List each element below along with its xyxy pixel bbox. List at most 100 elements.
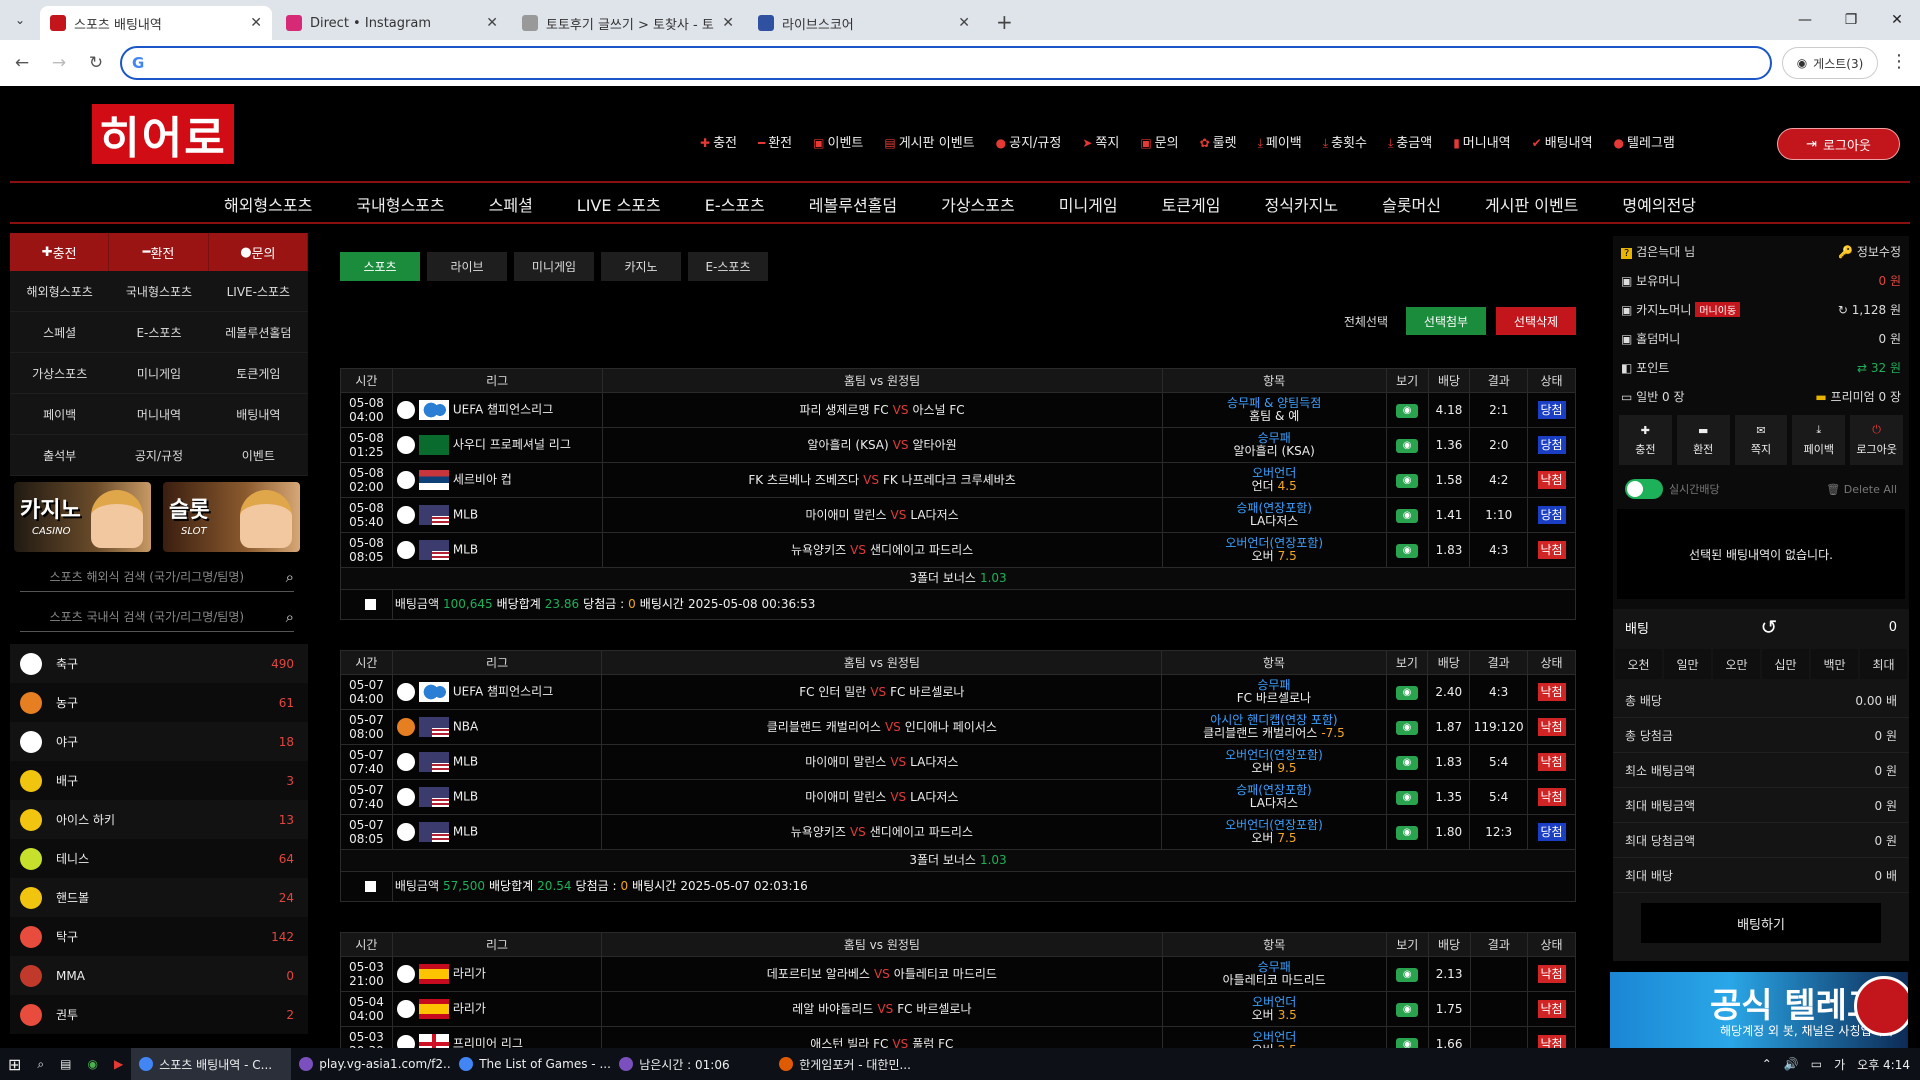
ime-indicator[interactable]: 가 [1834, 1056, 1845, 1073]
amount-button[interactable]: 십만 [1762, 649, 1809, 679]
minimize-button[interactable]: — [1782, 0, 1828, 40]
left-menu-item[interactable]: 공지/규정 [109, 435, 209, 476]
taskbar-app[interactable]: 남은시간 : 01:06 [611, 1048, 771, 1080]
left-top-button[interactable]: ━ 환전 [109, 233, 209, 271]
task-view-icon[interactable]: ▤ [52, 1048, 79, 1080]
left-menu-item[interactable]: 스페셜 [10, 312, 110, 353]
realtime-odds-toggle[interactable] [1625, 479, 1663, 499]
left-menu-item[interactable]: 해외형스포츠 [10, 271, 110, 312]
reload-button[interactable]: ↻ [81, 48, 111, 78]
network-icon[interactable]: ▭ [1811, 1057, 1822, 1071]
bet-row[interactable]: 05-07 07:40 MLB 마이애미 말린스 VS LA다저스 승패(연장포함) LA다저… [340, 779, 1576, 815]
tab-close-icon[interactable]: ✕ [958, 15, 970, 31]
top-nav-item[interactable]: ▣ 문의 [1140, 132, 1178, 151]
left-menu-item[interactable]: 토큰게임 [208, 353, 308, 394]
delete-all-button[interactable]: 🗑 Delete All [1826, 483, 1897, 496]
sport-item[interactable]: 야구 18 [10, 722, 308, 761]
amount-button[interactable]: 최대 [1860, 649, 1907, 679]
top-nav-item[interactable]: ━ 환전 [758, 132, 792, 151]
bet-row[interactable]: 05-08 08:05 MLB 뉴욕양키즈 VS 샌디에이고 파드리스 오버언더(연장포함)… [340, 532, 1576, 568]
bet-row[interactable]: 05-08 02:00 세르비아 컵 FK 츠르베나 즈베즈다 VS FK 나프레다크 크… [340, 462, 1576, 498]
bet-amount-input[interactable]: 0 [1889, 620, 1897, 635]
bet-row[interactable]: 05-03 21:00 라리가 데포르티보 알라베스 VS 아틀레티코 마드리드 승무패 아틀… [340, 956, 1576, 992]
top-nav-item[interactable]: ▣ 이벤트 [813, 132, 863, 151]
top-nav-item[interactable]: ● 공지/규정 [996, 132, 1062, 151]
taskbar-app[interactable]: 스포츠 배팅내역 - C... [131, 1048, 292, 1080]
filter-tab[interactable]: 스포츠 [340, 252, 420, 281]
site-logo[interactable]: 히어로 [92, 104, 234, 164]
search-icon[interactable]: ⌕ [286, 568, 294, 586]
top-nav-item[interactable]: ⤓ 페이백 [1258, 132, 1302, 151]
left-menu-item[interactable]: 국내형스포츠 [109, 271, 209, 312]
main-nav-item[interactable]: 미니게임 [1037, 192, 1140, 216]
place-bet-button[interactable]: 배팅하기 [1641, 903, 1881, 943]
amount-button[interactable]: 백만 [1811, 649, 1858, 679]
eye-icon[interactable]: ◉ [1395, 825, 1418, 840]
top-nav-item[interactable]: ✔ 배팅내역 [1532, 132, 1593, 151]
sport-search-input[interactable]: 스포츠 해외식 검색 (국가/리그명/팀명) ⌕ [20, 562, 294, 592]
left-menu-item[interactable]: 페이백 [10, 394, 110, 435]
main-nav-item[interactable]: 레볼루션홀덤 [787, 192, 919, 216]
eye-icon[interactable]: ◉ [1396, 438, 1419, 453]
browser-tab[interactable]: Direct • Instagram ✕ [276, 6, 508, 40]
main-nav-item[interactable]: 정식카지노 [1243, 192, 1361, 216]
tab-close-icon[interactable]: ✕ [486, 15, 498, 31]
left-menu-item[interactable]: 이벤트 [208, 435, 308, 476]
tab-search-button[interactable]: ⌄ [0, 0, 40, 40]
browser-tab[interactable]: 토토후기 글쓰기 > 토찾사 - 토 ✕ [512, 6, 744, 40]
chrome-icon[interactable]: ◉ [79, 1048, 105, 1080]
bet-row[interactable]: 05-08 04:00 UEFA 챔피언스리그 파리 생제르맹 FC VS 아스널 FC 승… [340, 392, 1576, 428]
eye-icon[interactable]: ◉ [1396, 508, 1419, 523]
filter-tab[interactable]: 미니게임 [514, 252, 594, 281]
top-nav-item[interactable]: ● 텔레그램 [1614, 132, 1675, 151]
main-nav-item[interactable]: 명예의전당 [1600, 192, 1718, 216]
info-edit-link[interactable]: 🔑 정보수정 [1838, 243, 1901, 260]
bet-row[interactable]: 05-07 07:40 MLB 마이애미 말린스 VS LA다저스 오버언더(연장포함) 오버… [340, 744, 1576, 780]
quick-button[interactable]: ⏻ 로그아웃 [1850, 415, 1903, 465]
eye-icon[interactable]: ◉ [1396, 1002, 1419, 1017]
eye-icon[interactable]: ◉ [1396, 967, 1419, 982]
main-nav-item[interactable]: 스페셜 [467, 192, 555, 216]
bet-row[interactable]: 05-07 08:00 NBA 클리블랜드 캐벌리어스 VS 인디애나 페이서스 아시안 핸… [340, 709, 1576, 745]
quick-button[interactable]: ✉ 쪽지 [1734, 415, 1788, 465]
left-menu-item[interactable]: 가상스포츠 [10, 353, 110, 394]
left-top-button[interactable]: ● 문의 [209, 233, 308, 271]
amount-button[interactable]: 일만 [1664, 649, 1711, 679]
sport-item[interactable]: 농구 61 [10, 683, 308, 722]
main-nav-item[interactable]: 국내형스포츠 [334, 192, 466, 216]
top-nav-item[interactable]: ✚ 충전 [700, 132, 737, 151]
sport-item[interactable]: 배구 3 [10, 761, 308, 800]
tray-chevron-icon[interactable]: ⌃ [1762, 1057, 1772, 1071]
sport-item[interactable]: 핸드볼 24 [10, 878, 308, 917]
select-checkbox[interactable] [364, 881, 376, 892]
sport-item[interactable]: 축구 490 [10, 644, 308, 683]
top-nav-item[interactable]: ✿ 룰렛 [1200, 132, 1237, 151]
left-top-button[interactable]: ✚ 충전 [10, 233, 110, 271]
main-nav-item[interactable]: 슬롯머신 [1360, 192, 1463, 216]
bet-row[interactable]: 05-07 04:00 UEFA 챔피언스리그 FC 인터 밀란 VS FC 바르셀로나 승… [340, 674, 1576, 710]
tab-close-icon[interactable]: ✕ [250, 15, 262, 31]
top-nav-item[interactable]: ➤ 쪽지 [1082, 132, 1119, 151]
sport-item[interactable]: 테니스 64 [10, 839, 308, 878]
refresh-icon[interactable]: ↻ [1838, 303, 1852, 317]
tab-close-icon[interactable]: ✕ [722, 15, 734, 31]
bet-row[interactable]: 05-08 05:40 MLB 마이애미 말린스 VS LA다저스 승패(연장포함) LA다저… [340, 497, 1576, 533]
select-delete-button[interactable]: 선택삭제 [1496, 307, 1576, 335]
sport-item[interactable]: 탁구 142 [10, 917, 308, 956]
windows-start-icon[interactable]: ⊞ [0, 1048, 29, 1080]
left-menu-item[interactable]: 배팅내역 [208, 394, 308, 435]
swap-icon[interactable]: ⇄ [1857, 361, 1871, 375]
logout-button[interactable]: ⇥ 로그아웃 [1777, 128, 1900, 160]
eye-icon[interactable]: ◉ [1395, 755, 1418, 770]
eye-icon[interactable]: ◉ [1396, 543, 1419, 558]
volume-icon[interactable]: 🔊 [1784, 1057, 1799, 1071]
main-nav-item[interactable]: LIVE 스포츠 [555, 192, 683, 216]
filter-tab[interactable]: 카지노 [601, 252, 681, 281]
amount-button[interactable]: 오천 [1615, 649, 1662, 679]
quick-button[interactable]: ⤓ 페이백 [1792, 415, 1846, 465]
left-menu-item[interactable]: 미니게임 [109, 353, 209, 394]
top-nav-item[interactable]: ⤓ 충금액 [1388, 132, 1432, 151]
main-nav-item[interactable]: 가상스포츠 [919, 192, 1037, 216]
eye-icon[interactable]: ◉ [1396, 403, 1419, 418]
slot-banner[interactable]: 슬롯 SLOT [163, 482, 300, 552]
